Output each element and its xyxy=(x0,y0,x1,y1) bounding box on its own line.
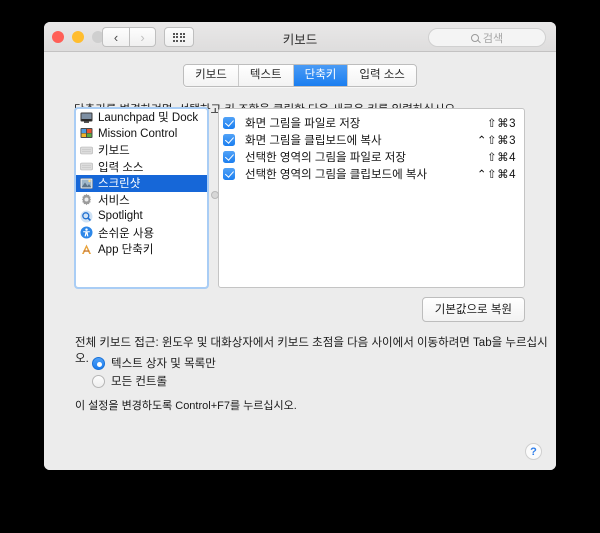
sidebar-item-accessibility[interactable]: 손쉬운 사용 xyxy=(76,225,207,242)
system-preferences-window: ‹ › 키보드 검색 키보드 텍스트 단축키 입력 소스 단축키를 변경하려면,… xyxy=(44,22,556,470)
radio-label: 텍스트 상자 및 목록만 xyxy=(111,358,216,370)
tab-shortcuts[interactable]: 단축키 xyxy=(293,65,349,86)
tab-segmented-control: 키보드 텍스트 단축키 입력 소스 xyxy=(183,64,417,87)
shortcut-list[interactable]: 화면 그림을 파일로 저장 ⇧⌘3 화면 그림을 클립보드에 복사 ⌃⇧⌘3 선… xyxy=(218,108,525,288)
checkbox-icon[interactable] xyxy=(223,133,235,146)
shortcut-label: 선택한 영역의 그림을 파일로 저장 xyxy=(245,151,406,164)
table-row[interactable]: 화면 그림을 파일로 저장 ⇧⌘3 xyxy=(223,114,516,131)
tab-input-sources[interactable]: 입력 소스 xyxy=(348,65,416,86)
sidebar-item-keyboard[interactable]: 키보드 xyxy=(76,142,207,159)
keyboard-access-options: 텍스트 상자 및 목록만 모든 컨트롤 xyxy=(92,354,216,390)
checkbox-icon[interactable] xyxy=(223,150,235,163)
sidebar-item-label: Mission Control xyxy=(98,127,178,140)
shortcut-key[interactable]: ⇧⌘3 xyxy=(487,116,516,130)
search-placeholder: 검색 xyxy=(482,32,504,45)
window-titlebar: ‹ › 키보드 검색 xyxy=(44,22,556,52)
app-shortcuts-icon xyxy=(82,244,91,254)
tab-text[interactable]: 텍스트 xyxy=(238,65,294,86)
preferences-content: 키보드 텍스트 단축키 입력 소스 단축키를 변경하려면, 선택하고 키 조합을… xyxy=(44,52,556,470)
gear-icon xyxy=(82,194,91,206)
sidebar-item-input-sources[interactable]: 입력 소스 xyxy=(76,159,207,176)
display-dock-icon xyxy=(80,112,93,123)
panel-divider[interactable] xyxy=(208,108,219,288)
sidebar-item-screenshots[interactable]: 스크린샷 xyxy=(76,175,207,192)
sidebar-item-launchpad-dock[interactable]: Launchpad 및 Dock xyxy=(76,109,207,126)
sidebar-item-label: 손쉬운 사용 xyxy=(98,227,155,240)
accessibility-icon xyxy=(80,226,93,239)
radio-label: 모든 컨트롤 xyxy=(111,376,168,388)
checkbox-icon[interactable] xyxy=(223,167,235,180)
shortcut-key[interactable]: ⌃⇧⌘3 xyxy=(477,133,516,147)
radio-icon[interactable] xyxy=(92,356,105,370)
mission-control-icon xyxy=(80,128,93,139)
sidebar-item-label: App 단축키 xyxy=(98,244,154,257)
screenshot-icon xyxy=(80,177,93,189)
shortcut-key[interactable]: ⌃⇧⌘4 xyxy=(477,167,516,181)
sidebar-item-mission-control[interactable]: Mission Control xyxy=(76,126,207,143)
category-list[interactable]: Launchpad 및 Dock Mission Control 키보드 입력 … xyxy=(74,107,209,289)
shortcut-label: 화면 그림을 파일로 저장 xyxy=(245,117,361,130)
spotlight-icon xyxy=(80,210,93,223)
checkbox-icon[interactable] xyxy=(223,116,235,129)
sidebar-item-label: 키보드 xyxy=(98,145,130,158)
shortcut-label: 선택한 영역의 그림을 클립보드에 복사 xyxy=(245,168,428,181)
input-source-icon xyxy=(80,162,93,171)
shortcut-panels: Launchpad 및 Dock Mission Control 키보드 입력 … xyxy=(74,107,525,289)
settings-footnote: 이 설정을 변경하도록 Control+F7를 누르십시오. xyxy=(75,400,297,412)
sidebar-item-spotlight[interactable]: Spotlight xyxy=(76,208,207,225)
radio-icon[interactable] xyxy=(92,374,105,388)
sidebar-item-label: 스크린샷 xyxy=(98,178,141,191)
table-row[interactable]: 선택한 영역의 그림을 클립보드에 복사 ⌃⇧⌘4 xyxy=(223,165,516,182)
sidebar-item-app-shortcuts[interactable]: App 단축키 xyxy=(76,241,207,258)
sidebar-item-label: Launchpad 및 Dock xyxy=(98,112,199,125)
sidebar-item-label: 서비스 xyxy=(98,194,130,207)
sidebar-item-label: 입력 소스 xyxy=(98,161,144,174)
search-icon xyxy=(470,33,479,42)
sidebar-item-label: Spotlight xyxy=(98,210,143,223)
radio-option-text-boxes-lists[interactable]: 텍스트 상자 및 목록만 xyxy=(92,354,216,372)
help-button[interactable]: ? xyxy=(525,443,542,460)
search-input[interactable]: 검색 xyxy=(428,28,546,47)
radio-option-all-controls[interactable]: 모든 컨트롤 xyxy=(92,372,216,390)
tab-bar: 키보드 텍스트 단축키 입력 소스 xyxy=(44,52,556,87)
table-row[interactable]: 화면 그림을 클립보드에 복사 ⌃⇧⌘3 xyxy=(223,131,516,148)
shortcut-key[interactable]: ⇧⌘4 xyxy=(487,150,516,164)
shortcut-label: 화면 그림을 클립보드에 복사 xyxy=(245,134,382,147)
sidebar-item-services[interactable]: 서비스 xyxy=(76,192,207,209)
restore-defaults-button[interactable]: 기본값으로 복원 xyxy=(421,297,525,322)
keyboard-icon xyxy=(80,146,93,155)
tab-keyboard[interactable]: 키보드 xyxy=(184,65,239,86)
table-row[interactable]: 선택한 영역의 그림을 파일로 저장 ⇧⌘4 xyxy=(223,148,516,165)
